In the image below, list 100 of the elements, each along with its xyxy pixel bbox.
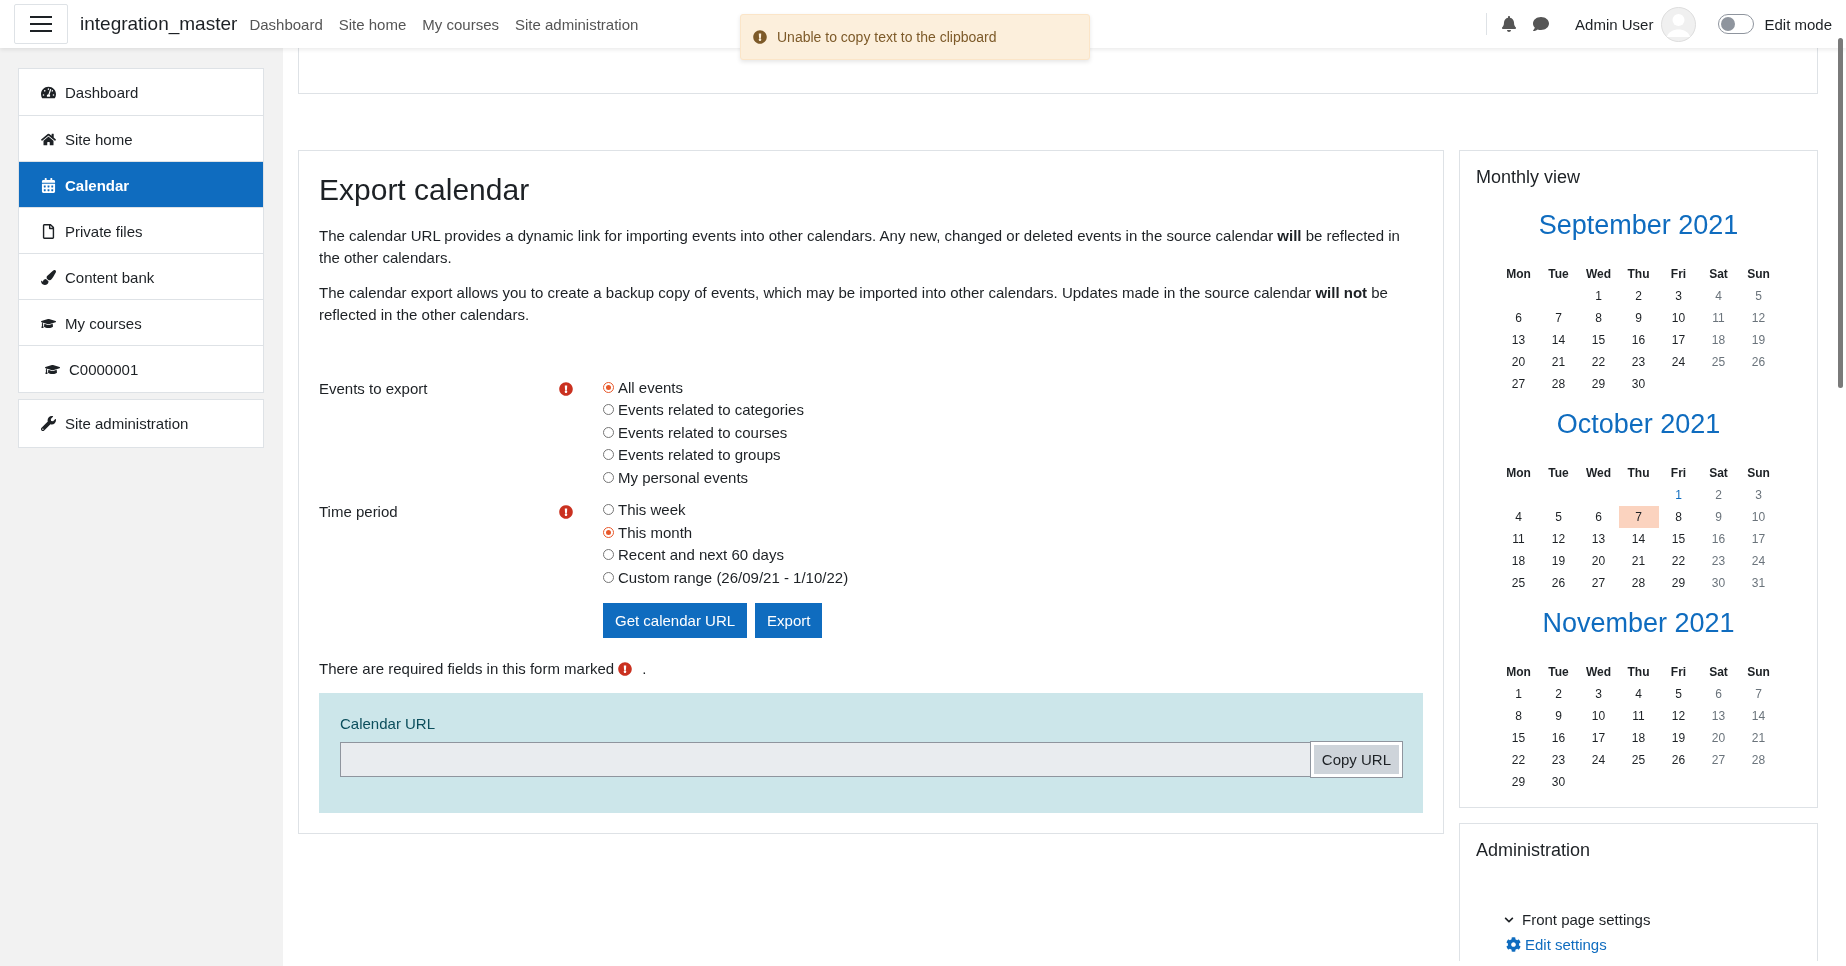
calendar-day[interactable]: 20 <box>1698 727 1739 749</box>
calendar-day[interactable]: 11 <box>1498 528 1539 550</box>
calendar-day[interactable]: 25 <box>1698 351 1739 373</box>
radio-button[interactable] <box>603 426 614 438</box>
calendar-day[interactable]: 2 <box>1698 484 1739 506</box>
calendar-day[interactable]: 8 <box>1498 705 1539 727</box>
primary-button[interactable]: Export <box>755 602 823 638</box>
calendar-day[interactable]: 20 <box>1498 351 1539 373</box>
calendar-day[interactable]: 26 <box>1538 572 1579 594</box>
calendar-day[interactable]: 26 <box>1658 749 1699 771</box>
calendar-day[interactable]: 4 <box>1698 285 1739 307</box>
nav-link[interactable]: Site administration <box>515 15 639 33</box>
calendar-day[interactable]: 18 <box>1498 550 1539 572</box>
calendar-day[interactable]: 24 <box>1578 749 1619 771</box>
chat-bubble-icon[interactable] <box>1533 16 1550 32</box>
calendar-day[interactable]: 31 <box>1738 572 1779 594</box>
calendar-day[interactable]: 21 <box>1618 550 1659 572</box>
calendar-day[interactable]: 18 <box>1618 727 1659 749</box>
copy-button[interactable]: Copy URL <box>1310 741 1402 777</box>
radio-option[interactable]: Events related to groups <box>603 443 804 466</box>
calendar-day[interactable]: 15 <box>1578 329 1619 351</box>
calendar-day[interactable]: 28 <box>1618 572 1659 594</box>
calendar-day[interactable]: 10 <box>1738 506 1779 528</box>
sidebar-item[interactable]: Calendar <box>19 161 263 208</box>
calendar-day[interactable]: 30 <box>1618 373 1659 395</box>
calendar-day[interactable]: 6 <box>1578 506 1619 528</box>
calendar-day[interactable]: 23 <box>1698 550 1739 572</box>
calendar-day[interactable]: 14 <box>1738 705 1779 727</box>
calendar-day[interactable]: 13 <box>1698 705 1739 727</box>
calendar-day[interactable]: 29 <box>1578 373 1619 395</box>
calendar-day[interactable]: 22 <box>1658 550 1699 572</box>
calendar-day[interactable]: 12 <box>1658 705 1699 727</box>
calendar-day[interactable]: 5 <box>1538 506 1579 528</box>
calendar-day[interactable]: 9 <box>1538 705 1579 727</box>
url-field[interactable] <box>340 741 1311 777</box>
radio-button[interactable] <box>603 449 614 461</box>
tree-link[interactable]: Edit settings <box>1506 936 1607 953</box>
radio-option[interactable]: My personal events <box>603 466 804 489</box>
calendar-day[interactable]: 18 <box>1698 329 1739 351</box>
calendar-day[interactable]: 10 <box>1578 705 1619 727</box>
calendar-day[interactable]: 30 <box>1698 572 1739 594</box>
radio-option[interactable]: This week <box>603 498 849 521</box>
calendar-day[interactable]: 19 <box>1738 329 1779 351</box>
calendar-day[interactable]: 27 <box>1578 572 1619 594</box>
nav-link[interactable]: Dashboard <box>249 15 323 33</box>
primary-button[interactable]: Get calendar URL <box>603 602 748 638</box>
calendar-day[interactable]: 9 <box>1618 307 1659 329</box>
radio-button[interactable] <box>603 404 614 416</box>
calendar-day[interactable]: 12 <box>1538 528 1579 550</box>
calendar-day[interactable]: 23 <box>1618 351 1659 373</box>
calendar-day[interactable]: 28 <box>1538 373 1579 395</box>
calendar-day[interactable]: 16 <box>1698 528 1739 550</box>
calendar-day[interactable]: 17 <box>1658 329 1699 351</box>
radio-button[interactable] <box>603 549 614 561</box>
radio-button[interactable] <box>603 571 614 583</box>
month-title[interactable]: September 2021 <box>1476 210 1801 241</box>
calendar-day[interactable]: 13 <box>1578 528 1619 550</box>
calendar-day[interactable]: 24 <box>1658 351 1699 373</box>
radio-option[interactable]: Events related to courses <box>603 421 804 444</box>
edit-mode-switch[interactable] <box>1718 14 1755 34</box>
calendar-day[interactable]: 28 <box>1738 749 1779 771</box>
calendar-day[interactable]: 23 <box>1538 749 1579 771</box>
calendar-day[interactable]: 10 <box>1658 307 1699 329</box>
calendar-day[interactable]: 22 <box>1578 351 1619 373</box>
calendar-day[interactable]: 1 <box>1658 484 1699 506</box>
calendar-day[interactable]: 16 <box>1538 727 1579 749</box>
calendar-day[interactable]: 27 <box>1498 373 1539 395</box>
calendar-day[interactable]: 30 <box>1538 771 1579 793</box>
calendar-day[interactable]: 8 <box>1658 506 1699 528</box>
nav-link[interactable]: Site home <box>338 15 407 33</box>
scrollbar-thumb[interactable] <box>1838 38 1843 388</box>
calendar-day[interactable]: 11 <box>1618 705 1659 727</box>
calendar-day[interactable]: 7 <box>1738 683 1779 705</box>
calendar-day[interactable]: 5 <box>1658 683 1699 705</box>
calendar-day[interactable]: 16 <box>1618 329 1659 351</box>
bell-icon[interactable] <box>1501 16 1518 32</box>
nav-link[interactable]: My courses <box>422 15 499 33</box>
radio-button[interactable] <box>603 471 614 483</box>
menu-button[interactable] <box>14 4 68 44</box>
calendar-day[interactable]: 27 <box>1698 749 1739 771</box>
calendar-day[interactable]: 7 <box>1538 307 1579 329</box>
calendar-day[interactable]: 17 <box>1738 528 1779 550</box>
calendar-day[interactable]: 3 <box>1738 484 1779 506</box>
calendar-day[interactable]: 19 <box>1658 727 1699 749</box>
calendar-day[interactable]: 24 <box>1738 550 1779 572</box>
month-title[interactable]: November 2021 <box>1476 608 1801 639</box>
radio-option[interactable]: All events <box>603 376 804 399</box>
calendar-day[interactable]: 6 <box>1498 307 1539 329</box>
calendar-day[interactable]: 20 <box>1578 550 1619 572</box>
calendar-day[interactable]: 17 <box>1578 727 1619 749</box>
calendar-day[interactable]: 14 <box>1618 528 1659 550</box>
radio-option[interactable]: Recent and next 60 days <box>603 543 849 566</box>
calendar-day[interactable]: 4 <box>1618 683 1659 705</box>
calendar-day[interactable]: 9 <box>1698 506 1739 528</box>
calendar-day[interactable]: 21 <box>1538 351 1579 373</box>
site-brand[interactable]: integration_master <box>80 13 238 35</box>
calendar-day[interactable]: 29 <box>1498 771 1539 793</box>
radio-option[interactable]: This month <box>603 521 849 544</box>
radio-option[interactable]: Custom range (26/09/21 - 1/10/22) <box>603 566 849 589</box>
calendar-day[interactable]: 1 <box>1578 285 1619 307</box>
